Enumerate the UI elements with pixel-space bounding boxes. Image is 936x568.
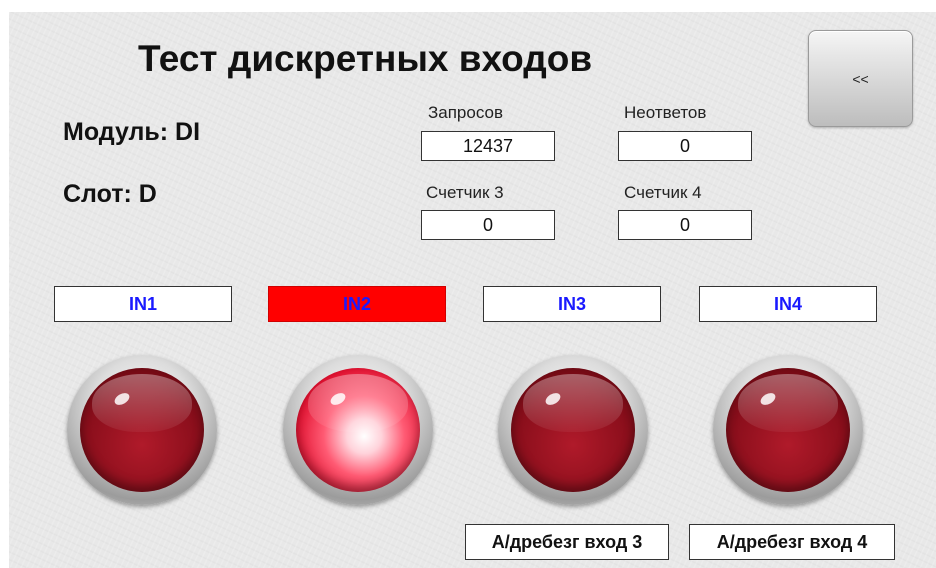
indicator-lamp-in3 xyxy=(498,355,648,505)
debounce-input-3-button[interactable]: А/дребезг вход 3 xyxy=(465,524,669,560)
input-label-in4: IN4 xyxy=(699,286,877,322)
requests-label: Запросов xyxy=(428,103,504,122)
indicator-lamp-in1 xyxy=(67,355,217,505)
indicator-lamp-in2 xyxy=(283,355,433,505)
counter-4-value: 0 xyxy=(618,210,752,240)
counter-3-label: Счетчик 3 xyxy=(426,183,504,202)
page-title: Тест дискретных входов xyxy=(138,38,593,79)
back-button[interactable]: << xyxy=(808,30,913,127)
no-answers-label: Неответов xyxy=(624,103,707,122)
requests-value: 12437 xyxy=(421,131,555,161)
back-button-label: << xyxy=(852,70,869,87)
input-label-in3: IN3 xyxy=(483,286,661,322)
input-label-in2: IN2 xyxy=(268,286,446,322)
slot-label: Слот: D xyxy=(63,180,157,208)
module-label: Модуль: DI xyxy=(63,118,201,146)
no-answers-value: 0 xyxy=(618,131,752,161)
counter-4-label: Счетчик 4 xyxy=(624,183,702,202)
input-label-in1: IN1 xyxy=(54,286,232,322)
counter-3-value: 0 xyxy=(421,210,555,240)
debounce-input-4-button[interactable]: А/дребезг вход 4 xyxy=(689,524,895,560)
indicator-lamp-in4 xyxy=(713,355,863,505)
